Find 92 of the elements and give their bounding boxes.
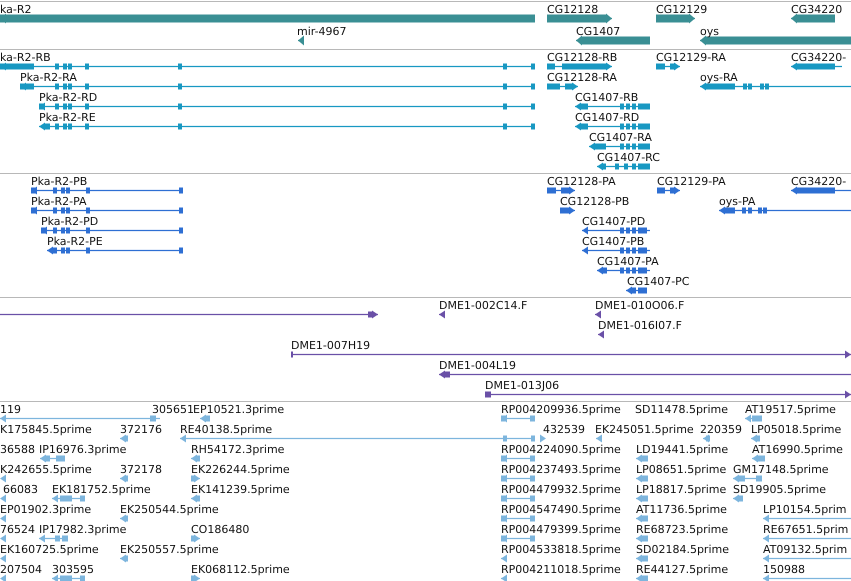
feature-label: AT09132.5prim [763,543,848,556]
feature-label: oys [700,25,719,38]
feature-label: CG1407-RB [575,91,638,104]
feature-label: CO186480 [191,523,250,536]
feature-label: LP08651.5prime [636,463,726,476]
feature-label: ka-R2-RB [0,51,51,64]
feature-label: RP004237493.5prime [501,463,621,476]
feature-label: oys-RA [700,71,738,84]
feature-label: LD19441.5prime [636,443,728,456]
feature-label: DME1-010O06.F [595,299,684,312]
feature-label: CG12128-PB [560,195,630,208]
feature-label: EK160725.5prime [0,543,99,556]
feature-label: 36588 [0,443,35,456]
feature-label: 207504 [0,563,42,576]
feature-label: Pka-R2-RA [20,71,77,84]
feature-label: 305651 [152,403,194,416]
feature-label: Pka-R2-RE [39,111,96,124]
feature-label: 432539 [543,423,585,436]
feature-label: 150988 [763,563,805,576]
feature-label: K175845.5prime [0,423,92,436]
feature-label: RE67651.5prim [763,523,848,536]
feature-label: AT11736.5prime [636,503,727,516]
feature-label: RP004224090.5prime [501,443,621,456]
feature-label: CG12128-PA [547,175,616,188]
feature-label: EK226244.5prime [191,463,290,476]
feature-label: CG34220 [791,3,842,16]
feature-label: CG1407-RA [589,131,652,144]
feature-label: IP16976.3prime [39,443,126,456]
feature-label: CG12128-RB [547,51,618,64]
feature-label: CG12128 [547,3,598,16]
feature-label: DME1-013J06 [485,379,560,392]
feature-label: DME1-016I07.F [598,319,682,332]
feature-label: RE68723.5prime [636,523,728,536]
feature-label: CG1407-PA [597,255,659,268]
feature-label: CG1407-PC [627,275,690,288]
feature-label: LP05018.5prime [751,423,842,436]
feature-label: EK245051.5prime [595,423,694,436]
feature-label: Pka-R2-PE [47,235,103,248]
feature-label: EK250544.5prime [120,503,219,516]
feature-label: oys-PA [719,195,756,208]
feature-label: 76524 [0,523,35,536]
feature-label: CG1407-RD [575,111,640,124]
feature-label: 66083 [3,483,38,496]
feature-label: SD02184.5prime [636,543,729,556]
feature-label: Pka-R2-PB [31,175,88,188]
feature-label: RH54172.3prime [191,443,284,456]
feature-label: CG1407-PD [582,215,646,228]
feature-label: EK068112.5prime [191,563,290,576]
feature-label: Pka-R2-PD [41,215,98,228]
feature-label: mir-4967 [297,25,347,38]
feature-label: CG12129-PA [657,175,726,188]
feature-label: Pka-R2-RD [39,91,98,104]
feature-label: CG12128-RA [547,71,617,84]
feature-label: RP004547490.5prime [501,503,621,516]
feature-label: RP004479932.5prime [501,483,621,496]
feature-label: 303595 [52,563,94,576]
feature-label: RP004533818.5prime [501,543,621,556]
feature-label: SD19905.5prime [733,483,826,496]
feature-label: RP004209936.5prime [501,403,621,416]
feature-label: EK181752.5prime [52,483,151,496]
feature-label: CG34220- [791,51,846,64]
feature-label: RE44127.5prime [636,563,728,576]
feature-label: Pka-R2-PA [31,195,87,208]
feature-label: CG34220- [791,175,846,188]
feature-label: RP004211018.5prime [501,563,621,576]
feature-label: CG12129 [656,3,708,16]
feature-label: K242655.5prime [0,463,92,476]
feature-label: LP18817.5prime [636,483,726,496]
feature-label: EP10521.3prime [193,403,284,416]
feature-label: 119 [0,403,21,416]
feature-label: ka-R2 [0,3,32,16]
feature-label: RP004479399.5prime [501,523,621,536]
feature-label: DME1-002C14.F [439,299,528,312]
feature-label: EP01902.3prime [0,503,92,516]
feature-label: EK250557.5prime [120,543,219,556]
feature-label: CG12129-RA [656,51,726,64]
feature-label: 372178 [120,463,162,476]
feature-label: AT19517.5prime [745,403,836,416]
feature-label: LP10154.5prim [763,503,847,516]
feature-label: DME1-007H19 [291,339,370,352]
feature-label: CG1407-PB [582,235,644,248]
feature-label: GM17148.5prime [733,463,829,476]
feature-label: CG1407-RC [597,151,660,164]
feature-label: 220359 [700,423,742,436]
feature-label: 372176 [120,423,162,436]
feature-label: RE40138.5prime [180,423,272,436]
feature-label: EK141239.5prime [191,483,290,496]
feature-label: DME1-004L19 [439,359,516,372]
feature-label: AT16990.5prime [752,443,843,456]
feature-label: IP17982.3prime [39,523,126,536]
feature-label: CG1407 [576,25,620,38]
feature-label: SD11478.5prime [635,403,728,416]
